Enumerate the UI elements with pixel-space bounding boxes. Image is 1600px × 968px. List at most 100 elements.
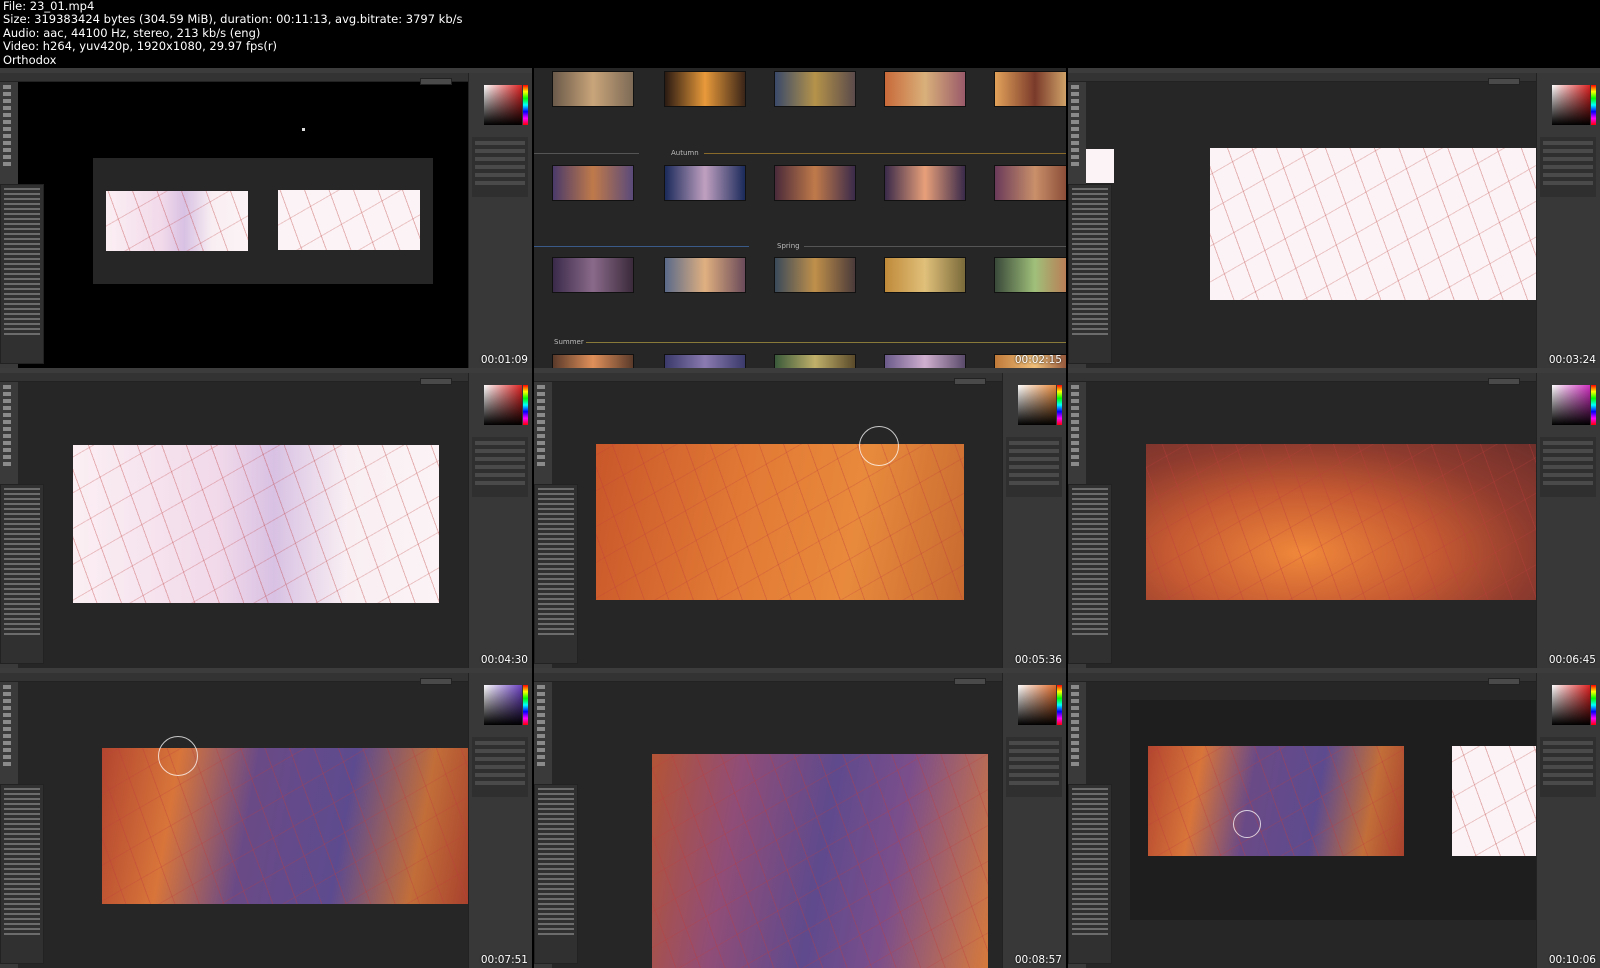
layers-panel (472, 737, 528, 797)
brush-cursor-icon (859, 426, 899, 466)
sketch-panel (1210, 148, 1550, 300)
ps-right-panels (1002, 673, 1066, 968)
hue-slider[interactable] (1591, 85, 1596, 125)
reset-button[interactable] (420, 378, 452, 385)
ps-options-bar (534, 373, 1066, 382)
video-info: Video: h264, yuv420p, 1920x1080, 29.97 f… (3, 39, 278, 54)
gallery-tile (994, 165, 1066, 201)
gallery-tile (552, 257, 634, 293)
ps-canvas (18, 682, 468, 968)
timestamp: 00:10:06 (1548, 954, 1596, 966)
layers-panel (1540, 437, 1596, 497)
color-picker[interactable] (484, 685, 522, 725)
gallery-tile (884, 257, 966, 293)
hue-slider[interactable] (523, 385, 528, 425)
season-divider (586, 342, 1066, 343)
color-picker[interactable] (1552, 85, 1590, 125)
ps-options-bar (1068, 73, 1600, 82)
reset-button[interactable] (1488, 378, 1520, 385)
file-name: File: 23_01.mp4 (3, 0, 95, 13)
gallery-tile (664, 354, 746, 368)
sketch-panel (73, 445, 439, 603)
thumbnail-3[interactable]: 00:03:24 (1068, 68, 1600, 368)
ps-canvas (1086, 82, 1550, 368)
ps-right-panels (1536, 673, 1600, 968)
gallery-tile (552, 71, 634, 107)
color-picker[interactable] (1018, 385, 1056, 425)
ps-history-panel (0, 784, 44, 964)
season-label-summer: Summer (554, 338, 584, 346)
ps-options-bar (0, 73, 532, 82)
ps-options-bar (0, 673, 532, 682)
timestamp: 00:06:45 (1548, 654, 1596, 666)
ps-canvas (18, 82, 468, 368)
hue-slider[interactable] (1591, 685, 1596, 725)
painted-panel-zoomed (652, 754, 988, 968)
gallery-tile (552, 165, 634, 201)
ps-history-panel (1068, 184, 1112, 364)
ps-history-panel (534, 784, 578, 964)
ps-canvas (596, 382, 1002, 668)
thumbnail-2[interactable]: Autumn Spring Summer 00:02:15 (534, 68, 1066, 368)
thumbnail-8[interactable]: 00:08:57 (534, 668, 1066, 968)
season-label-autumn: Autumn (671, 149, 699, 157)
color-picker[interactable] (484, 385, 522, 425)
ps-right-panels (1002, 373, 1066, 668)
season-divider (534, 246, 749, 247)
painted-panel (1146, 444, 1536, 600)
hue-slider[interactable] (523, 685, 528, 725)
timestamp: 00:02:15 (1014, 354, 1062, 366)
hue-slider[interactable] (1057, 385, 1062, 425)
thumbnail-1[interactable]: 00:01:09 (0, 68, 532, 368)
gallery-tile (664, 257, 746, 293)
layers-panel (472, 437, 528, 497)
ps-history-panel (1068, 784, 1112, 964)
gallery-tile (884, 354, 966, 368)
hue-slider[interactable] (1057, 685, 1062, 725)
season-label-spring: Spring (777, 242, 800, 250)
timestamp: 00:03:24 (1548, 354, 1596, 366)
thumbnail-9[interactable]: 00:10:06 (1068, 668, 1600, 968)
gallery-tile (884, 165, 966, 201)
ps-canvas (1130, 382, 1536, 668)
thumbnail-grid: 00:01:09 Autumn Spring Summer 00:02:15 0… (0, 68, 1600, 968)
ps-options-bar (1068, 373, 1600, 382)
painted-panel (102, 748, 468, 904)
layers-panel (1006, 437, 1062, 497)
ps-options-bar (534, 673, 1066, 682)
ps-options-bar (0, 373, 532, 382)
painted-panel (1148, 746, 1404, 856)
reset-button[interactable] (1488, 678, 1520, 685)
gallery-tile (774, 257, 856, 293)
color-picker[interactable] (1552, 685, 1590, 725)
gallery-tile (774, 71, 856, 107)
reset-button[interactable] (420, 78, 452, 85)
video-info-header: File: 23_01.mp4 Size: 319383424 bytes (3… (0, 0, 1600, 68)
layers-panel (1540, 137, 1596, 197)
reset-button[interactable] (1488, 78, 1520, 85)
reset-button[interactable] (954, 678, 986, 685)
thumbnail-4[interactable]: 00:04:30 (0, 368, 532, 668)
painted-panel (596, 444, 964, 600)
thumbnail-5[interactable]: 00:05:36 (534, 368, 1066, 668)
sketch-panel-1 (106, 191, 248, 251)
ps-canvas (18, 382, 468, 668)
hue-slider[interactable] (523, 85, 528, 125)
season-divider (804, 246, 1066, 247)
gallery-tile (664, 165, 746, 201)
color-picker[interactable] (484, 85, 522, 125)
reset-button[interactable] (954, 378, 986, 385)
color-picker[interactable] (1018, 685, 1056, 725)
thumbnail-6[interactable]: 00:06:45 (1068, 368, 1600, 668)
color-picker[interactable] (1552, 385, 1590, 425)
thumbnail-7[interactable]: 00:07:51 (0, 668, 532, 968)
hue-slider[interactable] (1591, 385, 1596, 425)
layers-panel (472, 137, 528, 197)
reset-button[interactable] (420, 678, 452, 685)
timestamp: 00:04:30 (480, 654, 528, 666)
next-sketch-panel (1452, 746, 1536, 856)
timestamp: 00:07:51 (480, 954, 528, 966)
ps-right-panels (468, 673, 532, 968)
audio-info: Audio: aac, 44100 Hz, stereo, 213 kb/s (… (3, 25, 261, 40)
layers-panel (1006, 737, 1062, 797)
